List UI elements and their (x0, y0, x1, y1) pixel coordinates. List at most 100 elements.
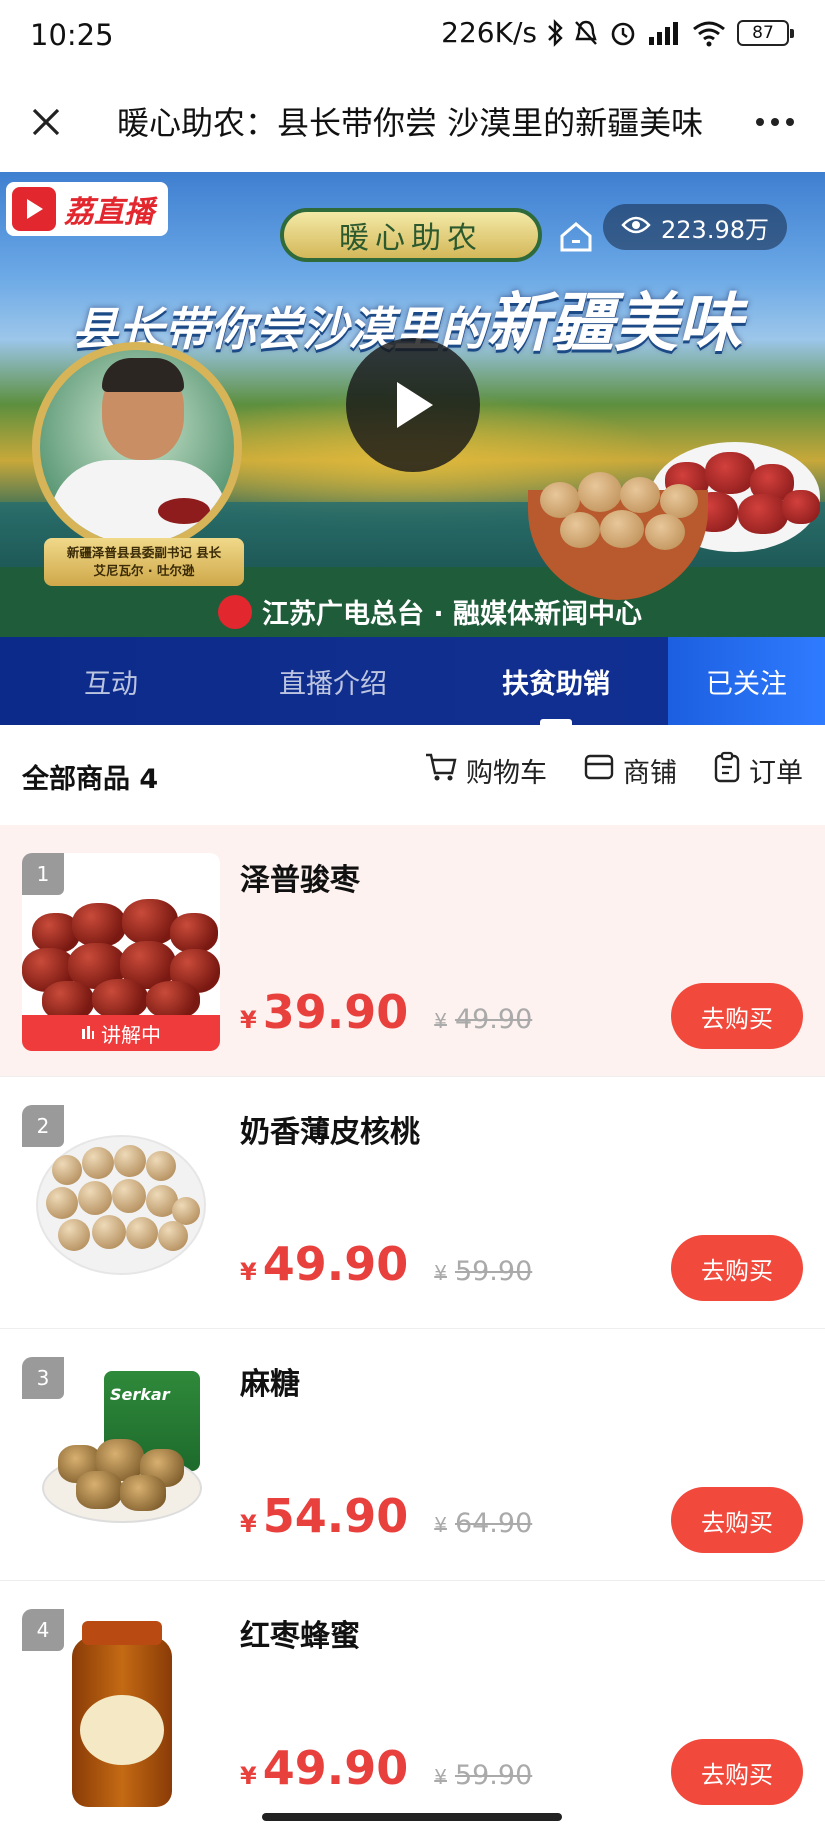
wifi-icon (691, 19, 727, 47)
currency-symbol: ¥ (240, 1762, 257, 1790)
product-image: 2 (22, 1105, 220, 1303)
status-bar: 10:25 226K/s 87 (0, 0, 825, 72)
price-value: 49.90 (262, 1237, 409, 1291)
host-caption-line2: 艾尼瓦尔 · 吐尔逊 (93, 563, 195, 578)
rank-badge: 4 (22, 1609, 64, 1651)
rank-badge: 1 (22, 853, 64, 895)
home-indicator[interactable] (262, 1813, 562, 1821)
product-price: ¥ 54.90 ¥64.90 (240, 1489, 532, 1543)
title-bar: 暖心助农：县长带你尝 沙漠里的新疆美味 (0, 72, 825, 172)
banner-headline-part2: 新疆美味 (486, 287, 742, 361)
currency-symbol: ¥ (240, 1510, 257, 1538)
shop-label: 商铺 (623, 758, 677, 789)
product-image: 3 Serkar (22, 1357, 220, 1555)
buy-button[interactable]: 去购买 (671, 983, 803, 1049)
brand-name: 荔直播 (64, 195, 154, 230)
original-price-value: 59.90 (454, 1760, 533, 1791)
buy-button[interactable]: 去购买 (671, 1739, 803, 1805)
view-count-value: 223.98万 (661, 215, 769, 244)
page-title: 暖心助农：县长带你尝 沙漠里的新疆美味 (117, 104, 704, 142)
battery-icon: 87 (737, 19, 794, 46)
tab-interaction[interactable]: 互动 (0, 637, 222, 725)
status-time: 10:25 (30, 18, 114, 52)
product-price: ¥ 49.90 ¥59.90 (240, 1741, 532, 1795)
tab-live-intro[interactable]: 直播介绍 (222, 637, 444, 725)
home-icon (558, 220, 594, 262)
original-price-value: 59.90 (454, 1256, 533, 1287)
product-price: ¥ 49.90 ¥59.90 (240, 1237, 532, 1291)
product-item[interactable]: 4 红枣蜂蜜 ¥ 49.90 ¥59.90 去购买 (0, 1581, 825, 1832)
buy-button[interactable]: 去购买 (671, 1235, 803, 1301)
play-button[interactable] (346, 338, 480, 472)
orders-icon (713, 751, 741, 790)
product-image: 1 讲解中 (22, 853, 220, 1051)
follow-button[interactable]: 已关注 (668, 637, 825, 725)
shop-button[interactable]: 商铺 (583, 751, 677, 790)
cart-icon (424, 751, 458, 790)
price-value: 54.90 (262, 1489, 409, 1543)
host-caption: 新疆泽普县县委副书记 县长 艾尼瓦尔 · 吐尔逊 (44, 538, 244, 586)
product-item[interactable]: 3 Serkar 麻糖 ¥ 54.90 ¥64.90 去购买 (0, 1329, 825, 1581)
product-item[interactable]: 2 奶香薄皮核桃 ¥ 49.90 ¥59.90 去购买 (0, 1077, 825, 1329)
original-currency: ¥ (434, 1009, 447, 1033)
orders-label: 订单 (749, 758, 803, 789)
bluetooth-icon (547, 18, 563, 47)
currency-symbol: ¥ (240, 1258, 257, 1286)
bag-brand: Serkar (110, 1385, 170, 1404)
original-price-value: 64.90 (454, 1508, 533, 1539)
product-header: 全部商品 4 购物车 商铺 订单 (0, 725, 825, 820)
host-portrait (32, 342, 242, 552)
original-currency: ¥ (434, 1261, 447, 1285)
live-tag-label: 讲解中 (101, 1022, 161, 1047)
banner-badge: 暖心助农 (280, 208, 592, 262)
more-icon[interactable] (751, 102, 799, 142)
all-products-title: 全部商品 4 (22, 764, 159, 795)
buy-button[interactable]: 去购买 (671, 1487, 803, 1553)
brand-logo: 荔直播 (6, 182, 168, 236)
play-logo-icon (12, 187, 56, 231)
close-icon[interactable] (22, 98, 70, 146)
product-name[interactable]: 泽普骏枣 (240, 855, 360, 899)
original-currency: ¥ (434, 1513, 447, 1537)
shop-icon (583, 752, 615, 789)
tab-poverty-sales[interactable]: 扶贫助销 (444, 637, 668, 725)
original-price-value: 49.90 (454, 1004, 533, 1035)
alarm-icon (609, 19, 637, 47)
jsbc-logo-icon (218, 594, 252, 629)
rank-badge: 2 (22, 1105, 64, 1147)
rank-badge: 3 (22, 1357, 64, 1399)
product-item[interactable]: 1 讲解中 泽普骏枣 ¥ 39.90 ¥49.90 去购买 (0, 825, 825, 1077)
signal-icon (647, 19, 681, 47)
orders-button[interactable]: 订单 (713, 751, 803, 790)
product-name[interactable]: 红枣蜂蜜 (240, 1611, 360, 1655)
product-price: ¥ 39.90 ¥49.90 (240, 985, 532, 1039)
sound-wave-icon (81, 1021, 95, 1045)
banner-badge-text: 暖心助农 (339, 221, 483, 256)
view-count: 223.98万 (603, 204, 787, 250)
eye-icon (621, 213, 651, 241)
currency-symbol: ¥ (240, 1006, 257, 1034)
product-image: 4 (22, 1609, 220, 1807)
honey-jar (72, 1621, 172, 1807)
original-price: ¥64.90 (434, 1508, 532, 1539)
cart-button[interactable]: 购物车 (424, 751, 547, 790)
original-currency: ¥ (434, 1765, 447, 1789)
product-list: 1 讲解中 泽普骏枣 ¥ 39.90 ¥49.90 去购买 2 奶香薄皮核桃 ¥… (0, 825, 825, 1832)
original-price: ¥59.90 (434, 1256, 532, 1287)
product-name[interactable]: 奶香薄皮核桃 (240, 1107, 420, 1151)
source-credit-text: 江苏广电总台 · 融媒体新闻中心 (262, 599, 643, 630)
network-speed: 226K/s (441, 16, 537, 49)
status-icons: 226K/s 87 (441, 16, 794, 49)
cart-label: 购物车 (466, 758, 547, 789)
original-price: ¥59.90 (434, 1760, 532, 1791)
tab-bar: 互动 直播介绍 扶贫助销 已关注 (0, 637, 825, 725)
price-value: 49.90 (262, 1741, 409, 1795)
original-price: ¥49.90 (434, 1004, 532, 1035)
price-value: 39.90 (262, 985, 409, 1039)
product-name[interactable]: 麻糖 (240, 1359, 300, 1403)
source-credit: 江苏广电总台 · 融媒体新闻中心 (218, 592, 642, 631)
product-actions: 购物车 商铺 订单 (424, 751, 803, 790)
host-caption-line1: 新疆泽普县县委副书记 县长 (66, 545, 222, 560)
live-video-banner[interactable]: 荔直播 暖心助农 223.98万 县长带你尝沙漠里的新疆美味 新疆泽普县县委副书… (0, 172, 825, 637)
mute-bell-icon (573, 19, 599, 47)
